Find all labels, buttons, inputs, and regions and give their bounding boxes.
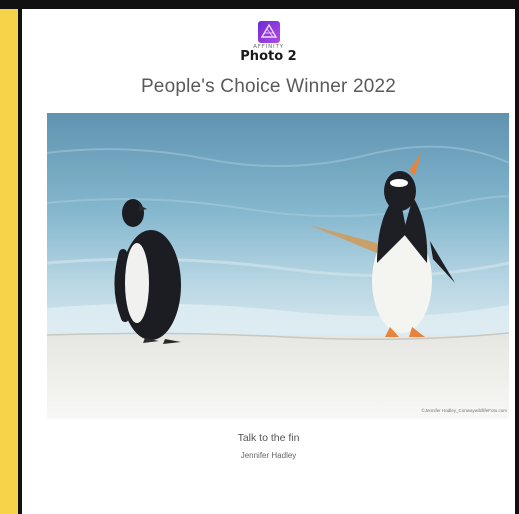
award-headline: People's Choice Winner 2022 [140,76,397,97]
frame-right-border [515,9,519,514]
photo-title: Talk to the fin [237,432,300,444]
frame-top-border [0,0,519,9]
frame-left-accent [0,9,18,514]
photo-copyright: ©Jennifer Hadley_ConwaywildlifeFoto.com [421,408,507,413]
winning-photo: ©Jennifer Hadley_ConwaywildlifeFoto.com [47,113,509,419]
photo-author: Jennifer Hadley [240,451,297,460]
affinity-photo-logo: AFFINITY Photo 2 [22,21,515,64]
affinity-photo-icon [257,21,280,43]
logo-product-text: Photo 2 [240,49,297,64]
award-card: AFFINITY Photo 2 People's Choice Winner … [22,9,515,514]
